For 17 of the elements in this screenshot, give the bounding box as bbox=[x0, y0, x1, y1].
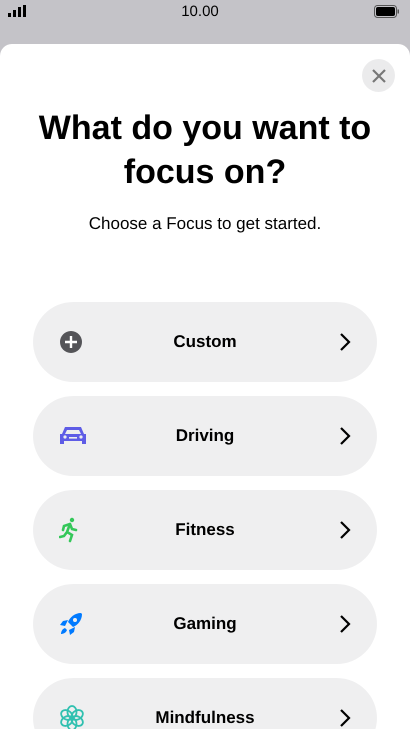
chevron-right-icon bbox=[339, 708, 351, 728]
signal-icon bbox=[8, 5, 26, 17]
focus-option-button[interactable]: Gaming bbox=[33, 584, 377, 664]
clock-time: 10.00 bbox=[181, 2, 219, 20]
chevron-right-icon bbox=[339, 332, 351, 352]
chevron-right-icon bbox=[339, 614, 351, 634]
chevron-right-icon bbox=[339, 426, 351, 446]
battery-icon bbox=[374, 4, 400, 18]
close-icon bbox=[372, 68, 386, 82]
focus-option-button[interactable]: Custom bbox=[33, 302, 377, 382]
focus-option-button[interactable]: Fitness bbox=[33, 490, 377, 570]
focus-option-button[interactable]: Driving bbox=[33, 396, 377, 476]
sheet-title: What do you want to focus on? bbox=[38, 108, 372, 193]
sheet-subtitle: Choose a Focus to get started. bbox=[88, 214, 322, 234]
chevron-right-icon bbox=[339, 520, 351, 540]
close-button[interactable] bbox=[362, 59, 395, 92]
focus-option-button[interactable]: Mindfulness bbox=[33, 678, 377, 729]
